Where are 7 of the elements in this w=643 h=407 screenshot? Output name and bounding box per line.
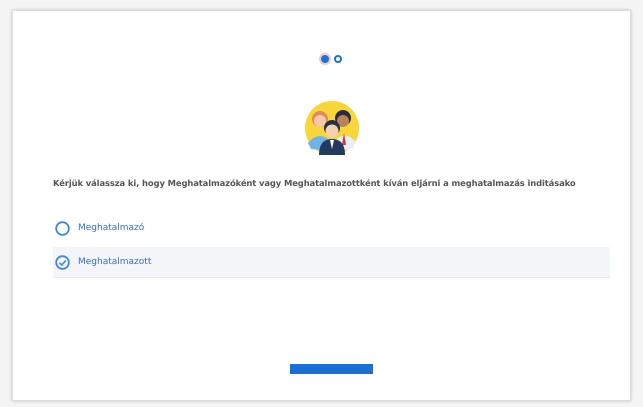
checked-radio-icon[interactable]	[55, 254, 70, 270]
radio-icon[interactable]	[55, 220, 70, 236]
option-row[interactable]: Meghatalmazott	[53, 247, 610, 278]
people-avatar-drawing	[304, 101, 358, 155]
prompt-text: Kérjük válassza ki, hogy Meghatalmazóként vagy Meghatalmazottként kíván eljárni a meghatalmazás inditásako	[53, 178, 577, 188]
option-label: Meghatalmazott	[78, 257, 152, 267]
option-label: Meghatalmazó	[78, 223, 144, 233]
